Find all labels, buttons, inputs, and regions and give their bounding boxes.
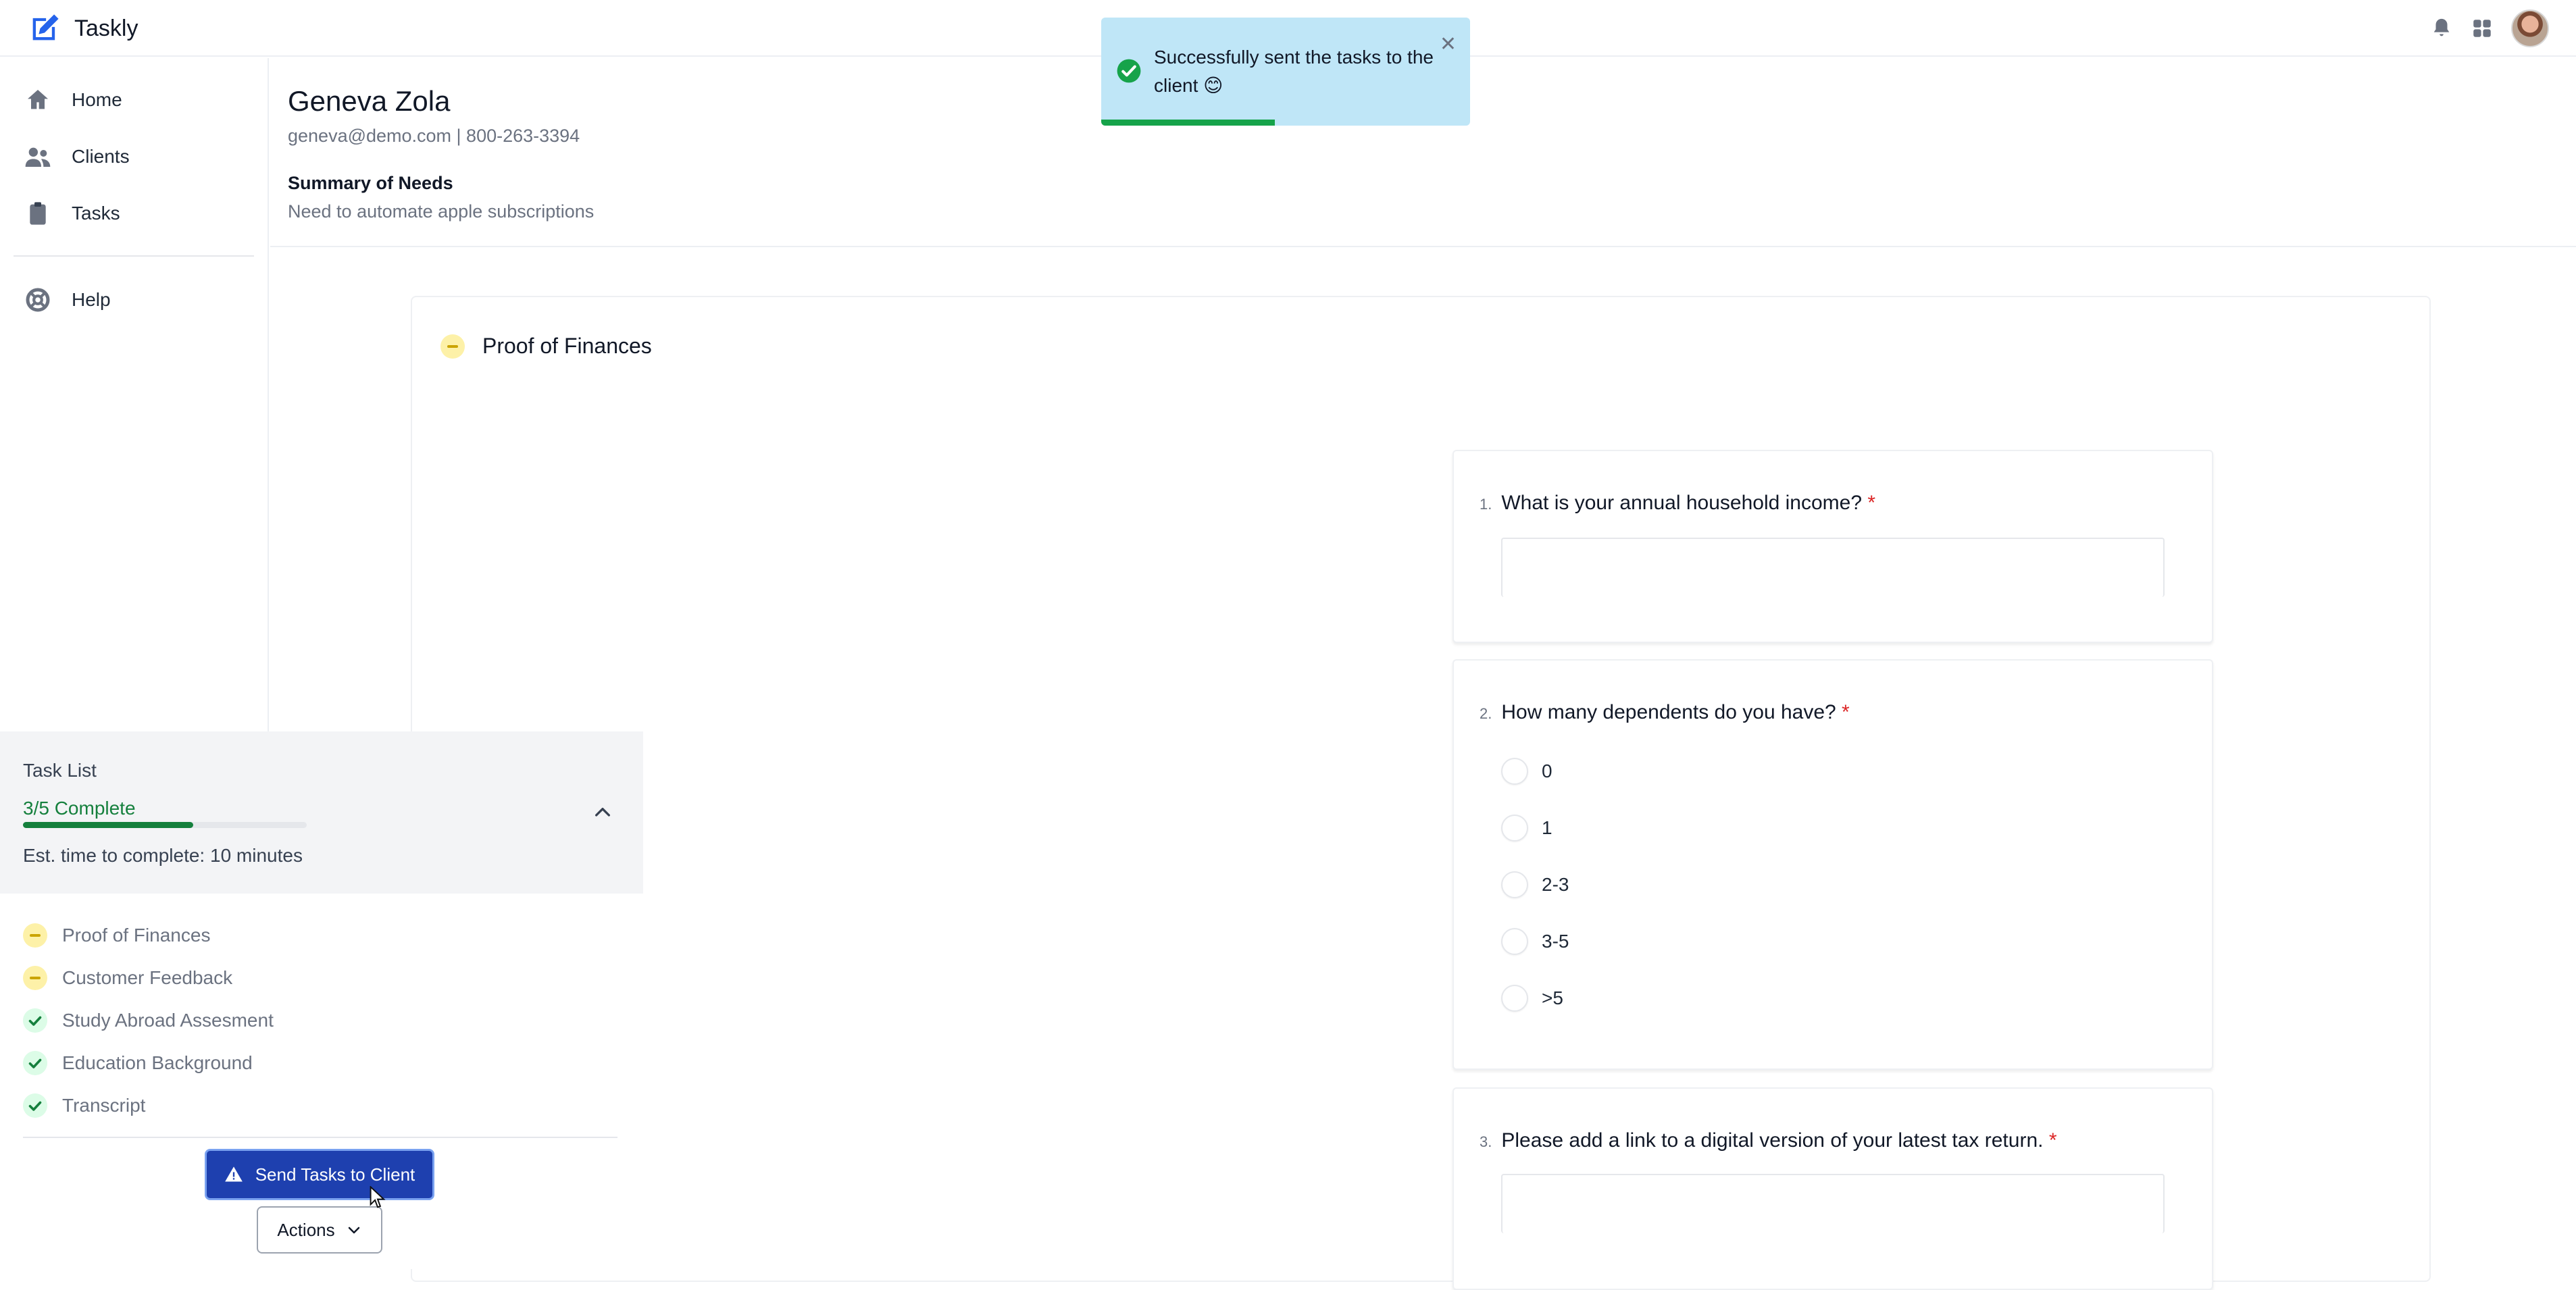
sidebar-item-label: Tasks — [72, 203, 120, 224]
required-marker: * — [1867, 492, 1876, 514]
clipboard-icon — [30, 202, 46, 225]
income-input[interactable] — [1501, 538, 2165, 597]
top-icons — [2430, 9, 2549, 47]
task-item[interactable]: Education Background — [23, 1051, 253, 1075]
task-progress-label: 3/5 Complete — [23, 798, 136, 819]
task-list-panel: Task List 3/5 Complete Est. time to comp… — [0, 731, 643, 1269]
lifebuoy-icon — [26, 288, 50, 312]
toast-message: Successfully sent the tasks to the clien… — [1154, 47, 1434, 96]
app-logo[interactable]: Taskly — [27, 8, 138, 49]
apps-grid-icon[interactable] — [2471, 17, 2494, 40]
task-item-label: Proof of Finances — [62, 925, 211, 946]
sidebar-item-label: Clients — [72, 146, 130, 167]
in-progress-icon — [23, 923, 47, 948]
radio-button[interactable] — [1501, 985, 1528, 1012]
warning-triangle-icon — [224, 1166, 243, 1182]
question-number: 3. — [1480, 1133, 1492, 1150]
sidebar-item-tasks[interactable]: Tasks — [24, 193, 120, 234]
radio-button[interactable] — [1501, 815, 1528, 842]
close-icon[interactable]: ✕ — [1440, 32, 1457, 56]
section-title: Proof of Finances — [482, 334, 652, 358]
pencil-square-icon — [32, 14, 59, 41]
radio-option[interactable]: 3-5 — [1501, 928, 1569, 955]
radio-option[interactable]: 0 — [1501, 758, 1552, 785]
client-name: Geneva Zola — [288, 85, 451, 117]
toast-progress-bar — [1101, 120, 1275, 126]
task-item[interactable]: Study Abroad Assesment — [23, 1008, 274, 1033]
question-number: 1. — [1480, 496, 1492, 513]
question-card: 2. How many dependents do you have? * 0 … — [1453, 659, 2213, 1070]
client-contact: geneva@demo.com | 800-263-3394 — [288, 126, 580, 146]
radio-label: 3-5 — [1542, 931, 1569, 952]
tax-return-link-input[interactable] — [1501, 1174, 2165, 1233]
radio-button[interactable] — [1501, 871, 1528, 898]
task-form-card: Proof of Finances 1. What is your annual… — [411, 296, 2431, 1290]
divider — [23, 1137, 617, 1138]
task-item-label: Study Abroad Assesment — [62, 1010, 274, 1031]
in-progress-icon — [23, 966, 47, 990]
task-item-label: Transcript — [62, 1095, 146, 1116]
actions-label: Actions — [277, 1219, 335, 1240]
mouse-cursor-icon — [370, 1186, 386, 1208]
users-icon — [25, 147, 51, 167]
sidebar-item-label: Help — [72, 289, 111, 310]
task-item-label: Customer Feedback — [62, 967, 233, 988]
radio-option[interactable]: 2-3 — [1501, 871, 1569, 898]
time-estimate: Est. time to complete: 10 minutes — [23, 845, 303, 866]
radio-button[interactable] — [1501, 758, 1528, 785]
send-tasks-label: Send Tasks to Client — [255, 1164, 415, 1185]
bell-icon[interactable] — [2430, 17, 2453, 40]
success-toast: Successfully sent the tasks to the clien… — [1101, 18, 1470, 126]
check-icon — [23, 1051, 47, 1075]
sidebar-item-label: Home — [72, 89, 122, 110]
question-text: Please add a link to a digital version o… — [1501, 1129, 2057, 1152]
required-marker: * — [2048, 1129, 2057, 1152]
task-item[interactable]: Proof of Finances — [23, 923, 210, 948]
task-list-title: Task List — [23, 760, 97, 781]
sidebar-item-home[interactable]: Home — [24, 80, 122, 120]
send-tasks-button[interactable]: Send Tasks to Client — [205, 1149, 434, 1200]
radio-label: >5 — [1542, 987, 1563, 1008]
actions-dropdown-button[interactable]: Actions — [257, 1206, 382, 1254]
task-progress-fill — [23, 822, 193, 828]
task-item[interactable]: Transcript — [23, 1093, 145, 1118]
app-name: Taskly — [74, 15, 138, 41]
check-icon — [23, 1008, 47, 1033]
question-label: 2. How many dependents do you have? * — [1480, 701, 1850, 724]
avatar[interactable] — [2511, 9, 2549, 47]
check-circle-icon — [1117, 59, 1141, 83]
summary-title: Summary of Needs — [288, 173, 453, 193]
nav-divider — [14, 255, 254, 257]
question-card: 3. Please add a link to a digital versio… — [1453, 1087, 2213, 1290]
chevron-down-icon — [348, 1227, 359, 1234]
sidebar-item-help[interactable]: Help — [24, 280, 111, 320]
radio-label: 1 — [1542, 817, 1552, 838]
radio-option[interactable]: >5 — [1501, 985, 1563, 1012]
task-progress-bar — [23, 822, 307, 828]
required-marker: * — [1842, 701, 1850, 723]
section-header[interactable]: Proof of Finances — [440, 334, 652, 359]
home-icon — [28, 90, 48, 109]
radio-option[interactable]: 1 — [1501, 815, 1552, 842]
question-text: How many dependents do you have? * — [1501, 701, 1850, 723]
radio-label: 0 — [1542, 760, 1552, 781]
task-item-label: Education Background — [62, 1052, 253, 1073]
question-card: 1. What is your annual household income?… — [1453, 450, 2213, 643]
check-icon — [23, 1093, 47, 1118]
radio-label: 2-3 — [1542, 874, 1569, 895]
radio-button[interactable] — [1501, 928, 1528, 955]
question-text: What is your annual household income? * — [1501, 492, 1876, 514]
question-label: 3. Please add a link to a digital versio… — [1480, 1129, 2057, 1152]
in-progress-icon — [440, 334, 465, 359]
task-item[interactable]: Customer Feedback — [23, 966, 232, 990]
chevron-up-icon[interactable] — [592, 802, 613, 823]
sidebar-item-clients[interactable]: Clients — [24, 136, 130, 177]
question-number: 2. — [1480, 705, 1492, 722]
task-list-header: Task List 3/5 Complete Est. time to comp… — [0, 731, 643, 894]
question-label: 1. What is your annual household income?… — [1480, 492, 1875, 515]
summary-text: Need to automate apple subscriptions — [288, 201, 595, 222]
